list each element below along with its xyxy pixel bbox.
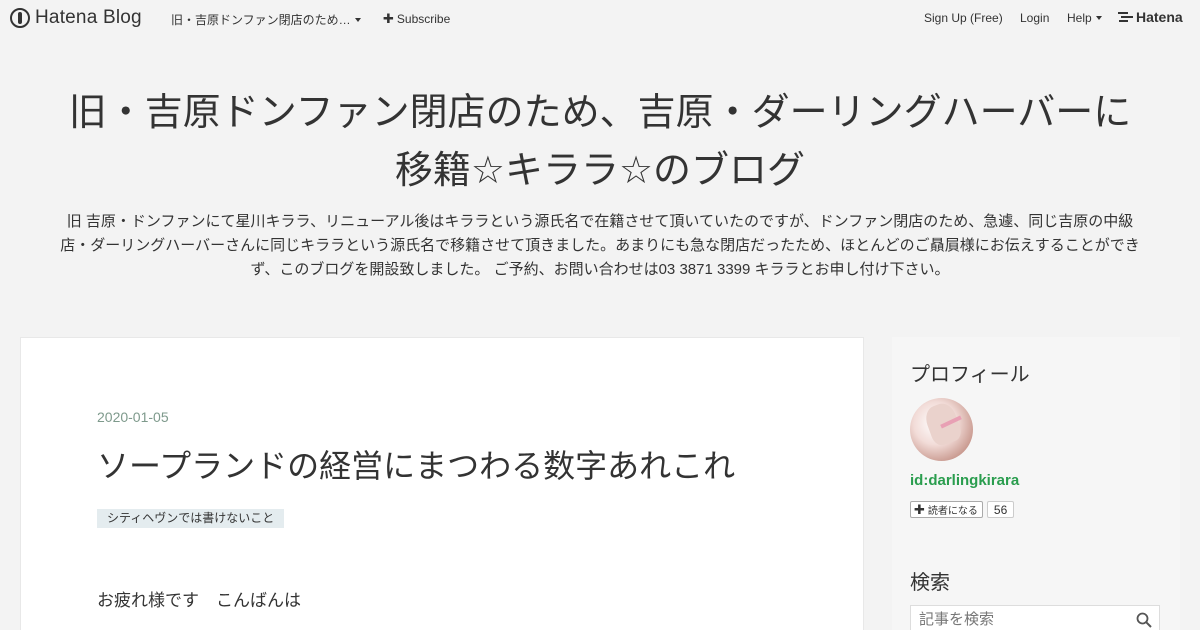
profile-heading: プロフィール xyxy=(910,364,1030,386)
user-id-link[interactable]: id:darlingkirara xyxy=(910,472,1019,489)
signup-label: Sign Up (Free) xyxy=(924,11,1003,25)
plus-icon: ✚ xyxy=(914,501,925,517)
hatena-blog-logo[interactable]: Hatena Blog xyxy=(10,7,142,29)
reader-count[interactable]: 56 xyxy=(986,501,1015,518)
login-label: Login xyxy=(1020,11,1050,25)
hatena-blog-logo-icon xyxy=(10,8,30,28)
login-link[interactable]: Login xyxy=(1020,11,1049,25)
blog-menu-label: 旧・吉原ドンファン閉店のため… xyxy=(171,13,351,27)
search-input[interactable] xyxy=(910,605,1160,630)
caret-down-icon xyxy=(1095,16,1102,20)
article-card: 2020-01-05 ソープランドの経営にまつわる数字あれこれ シティヘヴンでは… xyxy=(20,337,864,630)
subscribe-label: Subscribe xyxy=(396,12,451,26)
become-reader-button[interactable]: ✚ 読者になる xyxy=(910,501,983,518)
entry-date[interactable]: 2020-01-05 xyxy=(97,409,169,425)
blog-description: 旧 吉原・ドンファンにて星川キララ、リニューアル後はキララという源氏名で在籍させ… xyxy=(60,213,1140,278)
subscribe-button[interactable]: ✚ Subscribe xyxy=(383,11,450,27)
help-label: Help xyxy=(1067,11,1092,25)
blog-title-line-2: 移籍☆キララ☆のブログ xyxy=(394,150,806,192)
search-heading: 検索 xyxy=(910,572,950,594)
become-reader-label: 読者になる xyxy=(927,506,978,517)
hatena-mark-icon xyxy=(1118,12,1133,22)
logo-text: Hatena Blog xyxy=(35,7,142,28)
category-tag[interactable]: シティヘヴンでは書けないこと xyxy=(97,509,285,528)
blog-title[interactable]: 旧・吉原ドンファン閉店のため、吉原・ダーリングハーバーに 移籍☆キララ☆のブログ xyxy=(40,84,1160,200)
caret-down-icon xyxy=(354,17,361,22)
hatena-logo[interactable]: Hatena xyxy=(1118,9,1183,25)
plus-icon: ✚ xyxy=(383,11,394,26)
signup-link[interactable]: Sign Up (Free) xyxy=(924,11,1003,25)
avatar[interactable] xyxy=(910,398,973,461)
sidebar: プロフィール id:darlingkirara ✚ 読者になる 56 検索 xyxy=(892,337,1180,630)
entry-title[interactable]: ソープランドの経営にまつわる数字あれこれ xyxy=(97,441,735,487)
search-icon[interactable] xyxy=(1136,612,1152,628)
blog-menu-dropdown[interactable]: 旧・吉原ドンファン閉店のため… xyxy=(171,11,361,28)
help-dropdown[interactable]: Help xyxy=(1067,11,1102,25)
entry-body-text: お疲れ様です こんばんは xyxy=(97,591,301,610)
reader-row: ✚ 読者になる 56 xyxy=(910,501,1015,518)
hatena-text: Hatena xyxy=(1136,9,1183,25)
blog-title-line-1: 旧・吉原ドンファン閉店のため、吉原・ダーリングハーバーに xyxy=(68,92,1132,134)
global-header: Hatena Blog 旧・吉原ドンファン閉店のため… ✚ Subscribe … xyxy=(0,0,1200,36)
